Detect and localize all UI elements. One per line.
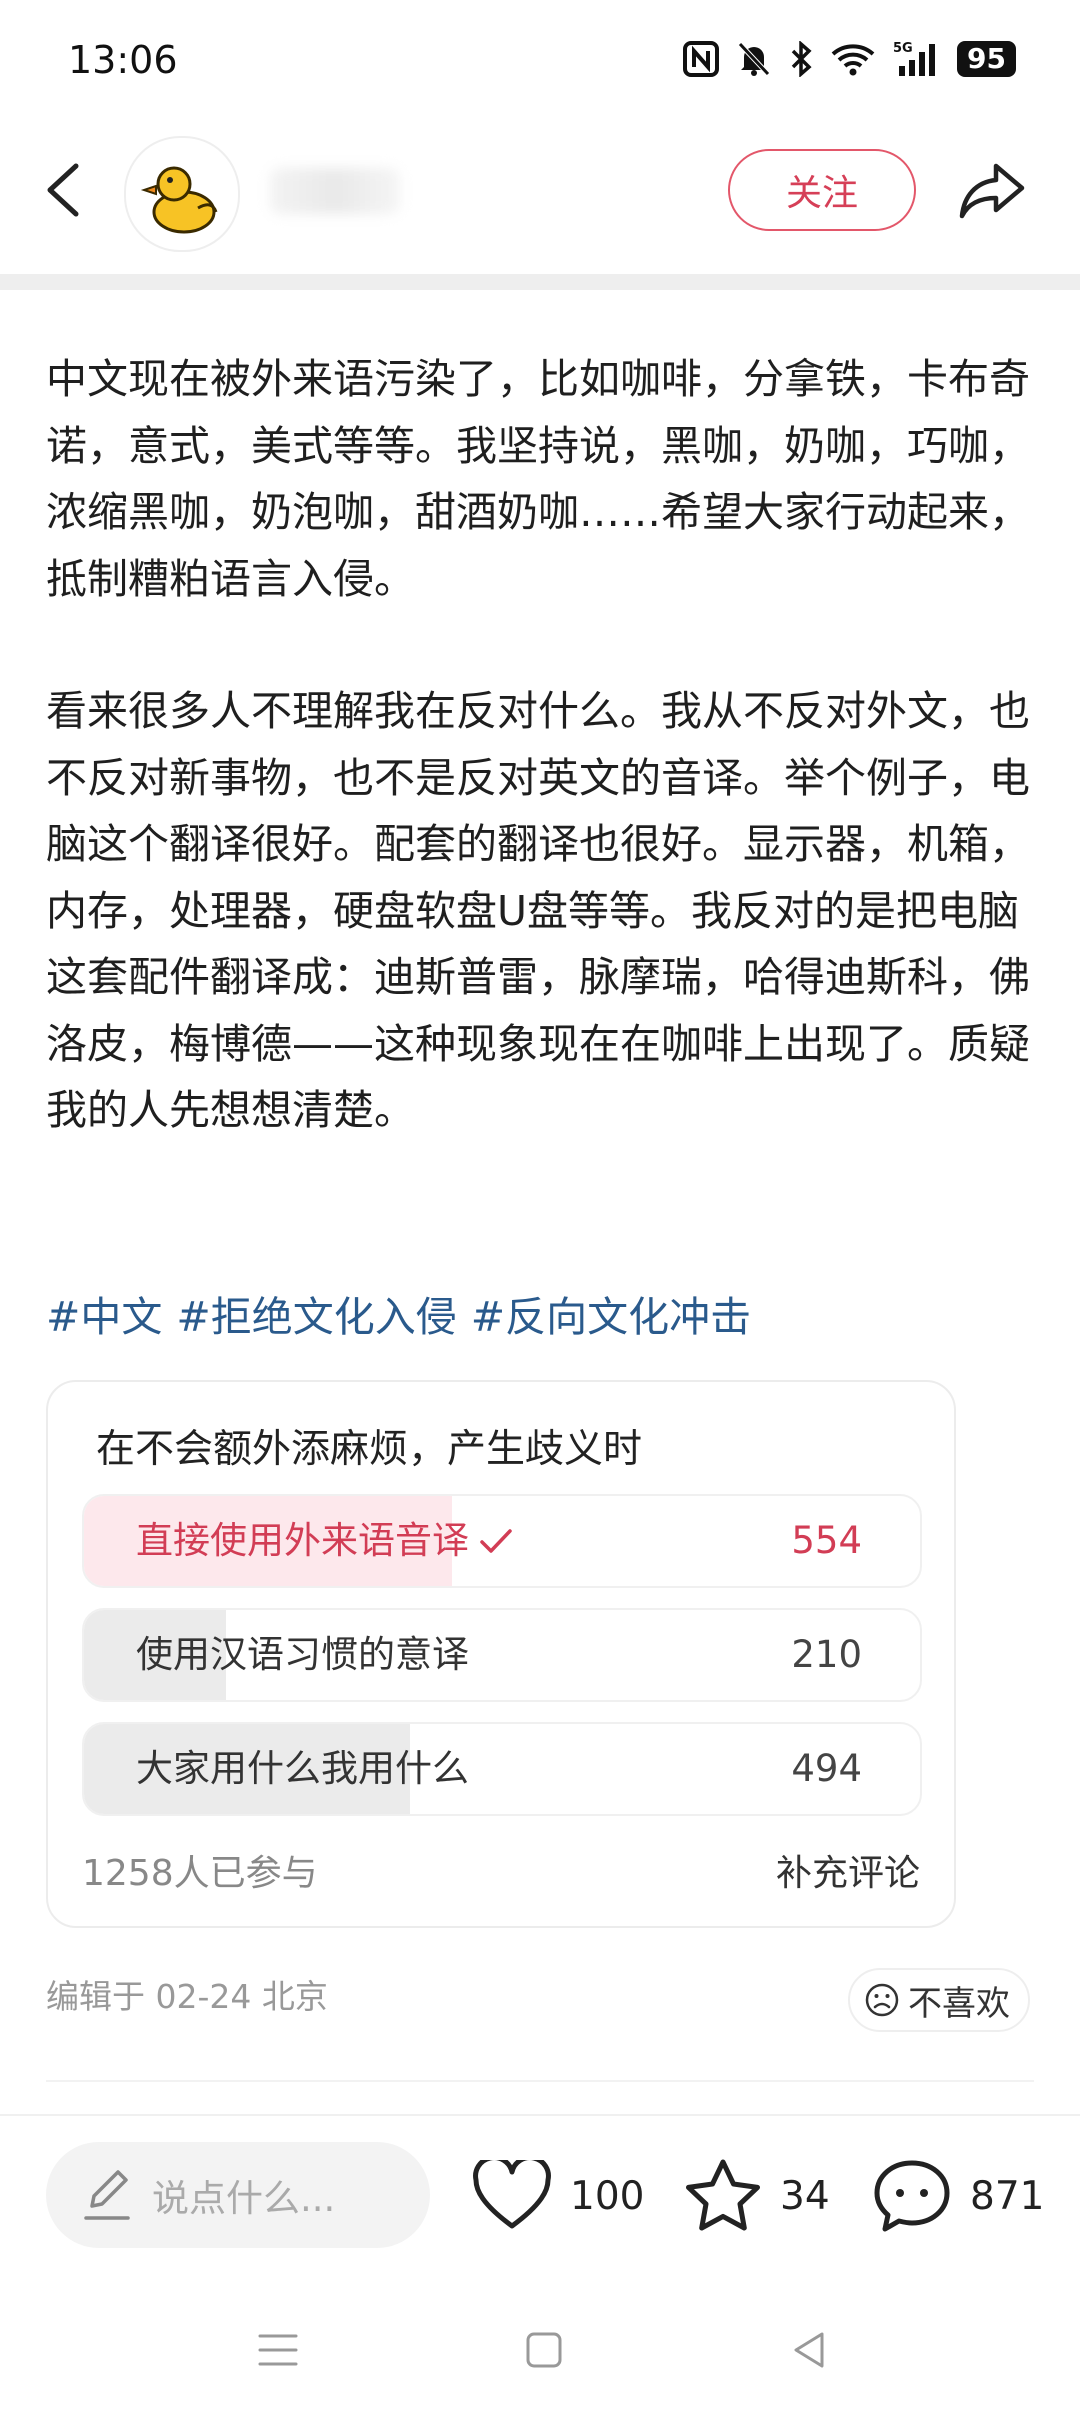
- hashtag-link[interactable]: #拒绝文化入侵: [176, 1283, 456, 1343]
- pen-icon: [84, 2170, 130, 2220]
- hashtag-link[interactable]: #反向文化冲击: [471, 1283, 751, 1343]
- poll-option[interactable]: 大家用什么我用什么 494: [82, 1722, 922, 1816]
- comment-input[interactable]: 说点什么...: [46, 2142, 430, 2248]
- poll-option-label-wrap: 直接使用外来语音译: [136, 1496, 513, 1586]
- dislike-label: 不喜欢: [908, 1983, 1010, 2024]
- status-time: 13:06: [68, 38, 178, 82]
- poll-option-label: 直接使用外来语音译: [136, 1519, 469, 1562]
- edit-info: 编辑于 02-24 北京: [46, 1977, 328, 2016]
- nfc-icon: [683, 41, 720, 77]
- poll-add-comment-link[interactable]: 补充评论: [776, 1844, 920, 1896]
- svg-text:5G: 5G: [893, 41, 913, 56]
- wifi-icon: [831, 44, 875, 76]
- duck-avatar-icon: [140, 166, 218, 234]
- 5g-signal-icon: 5G: [893, 41, 936, 76]
- back-nav-icon[interactable]: [780, 2320, 840, 2380]
- avatar[interactable]: [124, 136, 240, 252]
- back-icon[interactable]: [38, 160, 88, 220]
- dislike-button[interactable]: 不喜欢: [848, 1968, 1030, 2032]
- comment-count: 871: [970, 2173, 1045, 2219]
- poll-option-count: 494: [791, 1747, 862, 1790]
- poll-option-label-wrap: 使用汉语习惯的意译: [136, 1610, 469, 1700]
- like-button[interactable]: 100: [472, 2156, 644, 2236]
- comments-button[interactable]: 871: [872, 2156, 1044, 2236]
- hashtag-link[interactable]: #中文: [46, 1283, 162, 1343]
- header-divider: [0, 274, 1080, 290]
- hashtag-list: #中文 #拒绝文化入侵 #反向文化冲击: [46, 1283, 751, 1343]
- share-icon[interactable]: [956, 152, 1028, 224]
- poll-title: 在不会额外添麻烦，产生歧义时: [96, 1427, 643, 1472]
- battery-level: 95: [957, 41, 1016, 77]
- post-body: 中文现在被外来语污染了，比如咖啡，分拿铁，卡布奇诺，意式，美式等等。我坚持说，黑…: [46, 346, 1046, 1144]
- favorite-button[interactable]: 34: [684, 2156, 830, 2236]
- like-count: 100: [570, 2173, 645, 2219]
- heart-icon: [473, 2160, 551, 2229]
- favorite-count: 34: [780, 2173, 830, 2219]
- poll-participants: 1258人已参与: [82, 1853, 318, 1894]
- status-icons: 5G 95: [683, 40, 1016, 78]
- menu-icon[interactable]: [248, 2320, 308, 2380]
- follow-button[interactable]: 关注: [728, 149, 916, 231]
- poll-option-label: 使用汉语习惯的意译: [136, 1633, 469, 1676]
- comment-placeholder: 说点什么...: [152, 2177, 336, 2220]
- poll-option-label-wrap: 大家用什么我用什么: [136, 1724, 469, 1814]
- bottom-bar-divider: [0, 2114, 1080, 2116]
- username-blurred: [270, 168, 400, 214]
- meta-divider: [46, 2080, 1034, 2082]
- poll-option[interactable]: 使用汉语习惯的意译 210: [82, 1608, 922, 1702]
- post-paragraph-2: 看来很多人不理解我在反对什么。我从不反对外文，也不反对新事物，也不是反对英文的音…: [46, 687, 1030, 1134]
- check-icon: [480, 1529, 512, 1553]
- home-icon[interactable]: [514, 2320, 574, 2380]
- frown-face-icon: [865, 1983, 899, 2017]
- comment-bubble-icon: [874, 2160, 950, 2232]
- poll-card: 在不会额外添麻烦，产生歧义时 直接使用外来语音译 554 使用汉语习惯的意译 2…: [46, 1380, 956, 1928]
- poll-option-label: 大家用什么我用什么: [136, 1747, 469, 1790]
- post-paragraph-1: 中文现在被外来语污染了，比如咖啡，分拿铁，卡布奇诺，意式，美式等等。我坚持说，黑…: [46, 355, 1030, 603]
- mute-bell-icon: [738, 42, 770, 76]
- poll-option-count: 210: [791, 1633, 862, 1676]
- star-icon: [686, 2159, 760, 2231]
- poll-option[interactable]: 直接使用外来语音译 554: [82, 1494, 922, 1588]
- bluetooth-icon: [791, 41, 812, 77]
- poll-option-count: 554: [791, 1519, 862, 1562]
